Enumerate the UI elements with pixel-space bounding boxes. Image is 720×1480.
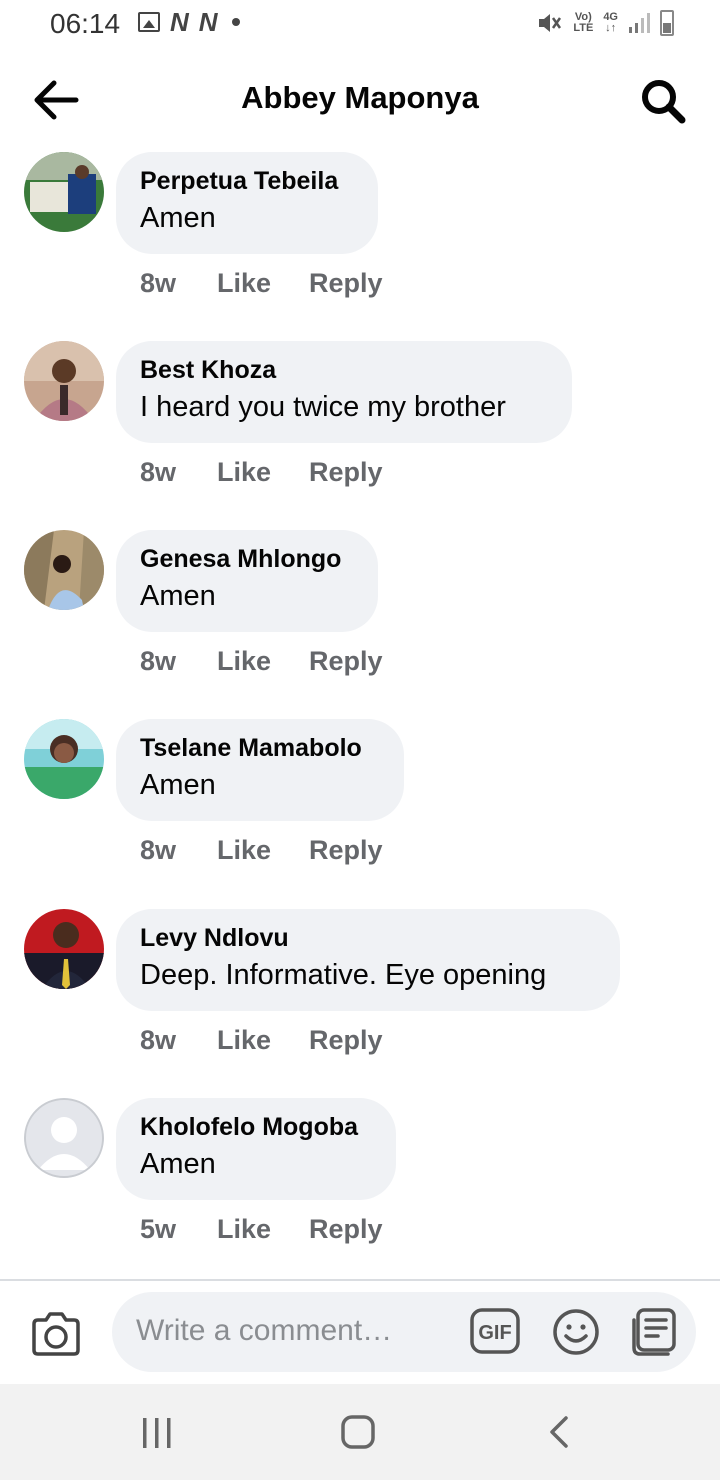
comment-time: 8w (140, 268, 177, 298)
comment-bubble[interactable]: Tselane Mamabolo Amen (116, 719, 404, 821)
comment-text: I heard you twice my brother (140, 391, 506, 423)
more-notifications-dot-icon (231, 18, 240, 26)
comment-text: Amen (140, 580, 216, 612)
reply-button[interactable]: Reply (309, 268, 383, 299)
comment-bubble[interactable]: Kholofelo Mogoba Amen (116, 1098, 396, 1200)
comment-time: 8w (140, 457, 177, 487)
system-nav-bar (0, 1384, 720, 1480)
comment-time: 8w (140, 646, 177, 676)
like-button[interactable]: Like (217, 457, 309, 488)
comment-bubble[interactable]: Best Khoza I heard you twice my brother (116, 341, 572, 443)
comment-text: Amen (140, 1148, 216, 1180)
like-button[interactable]: Like (217, 1025, 309, 1056)
comment-input-placeholder: Write a comment… (136, 1314, 393, 1347)
comment-text: Amen (140, 769, 216, 801)
comment-author[interactable]: Genesa Mhlongo (140, 544, 354, 574)
comment-actions: 8w Like Reply (140, 646, 383, 677)
data-indicator: 4G ↓↑ (603, 12, 618, 34)
like-button[interactable]: Like (217, 835, 309, 866)
camera-icon[interactable] (30, 1310, 82, 1358)
comment-time: 8w (140, 835, 177, 865)
avatar[interactable] (24, 909, 104, 989)
comment-text: Deep. Informative. Eye opening (140, 959, 547, 991)
comment-text: Amen (140, 202, 216, 234)
avatar[interactable] (24, 152, 104, 232)
avatar[interactable] (24, 341, 104, 421)
comment-author[interactable]: Kholofelo Mogoba (140, 1112, 372, 1142)
home-icon[interactable] (340, 1414, 376, 1450)
comment-bubble[interactable]: Perpetua Tebeila Amen (116, 152, 378, 254)
search-icon[interactable] (640, 78, 686, 124)
gif-label: GIF (478, 1322, 511, 1344)
comment-input[interactable]: Write a comment… GIF (112, 1292, 696, 1372)
header: Abbey Maponya (0, 60, 720, 140)
comment-bubble[interactable]: Levy Ndlovu Deep. Informative. Eye openi… (116, 909, 620, 1011)
composer-divider (0, 1279, 720, 1281)
comment-bubble[interactable]: Genesa Mhlongo Amen (116, 530, 378, 632)
comment-author[interactable]: Perpetua Tebeila (140, 166, 354, 196)
reply-button[interactable]: Reply (309, 835, 383, 866)
emoji-icon[interactable] (552, 1308, 600, 1356)
page-title: Abbey Maponya (241, 80, 479, 115)
mute-icon (539, 14, 562, 32)
comment-author[interactable]: Tselane Mamabolo (140, 733, 380, 763)
news-notification-icon-2: N (198, 7, 218, 37)
comment-actions: 8w Like Reply (140, 1025, 383, 1056)
battery-icon (660, 10, 674, 36)
reply-button[interactable]: Reply (309, 457, 383, 488)
like-button[interactable]: Like (217, 1214, 309, 1245)
data-label-bottom: ↓↑ (605, 22, 617, 34)
signal-icon (629, 13, 650, 33)
comment-actions: 8w Like Reply (140, 268, 383, 299)
sticker-icon[interactable] (630, 1306, 682, 1358)
volte-label-bottom: LTE (573, 22, 594, 34)
reply-button[interactable]: Reply (309, 1214, 383, 1245)
status-time: 06:14 (50, 8, 121, 39)
comment-time: 8w (140, 1025, 177, 1055)
avatar[interactable] (24, 719, 104, 799)
avatar[interactable] (24, 530, 104, 610)
comment-time: 5w (140, 1214, 177, 1244)
like-button[interactable]: Like (217, 646, 309, 677)
comment-author[interactable]: Best Khoza (140, 355, 548, 385)
comment-author[interactable]: Levy Ndlovu (140, 923, 596, 953)
gif-icon[interactable]: GIF (470, 1308, 520, 1354)
recent-apps-icon[interactable] (140, 1418, 174, 1448)
like-button[interactable]: Like (217, 268, 309, 299)
notification-icons: N N (138, 7, 240, 37)
reply-button[interactable]: Reply (309, 646, 383, 677)
comment-actions: 8w Like Reply (140, 835, 383, 866)
nav-back-icon[interactable] (546, 1414, 572, 1450)
comment-actions: 5w Like Reply (140, 1214, 383, 1245)
volte-indicator: Vo) LTE (573, 12, 593, 34)
image-notification-icon (138, 12, 160, 32)
system-icons: Vo) LTE 4G ↓↑ (537, 10, 674, 36)
default-avatar-icon[interactable] (24, 1098, 104, 1178)
status-bar: 06:14 N N Vo) LTE 4G ↓↑ (0, 0, 720, 50)
comment-actions: 8w Like Reply (140, 457, 383, 488)
reply-button[interactable]: Reply (309, 1025, 383, 1056)
news-notification-icon: N (170, 7, 189, 37)
